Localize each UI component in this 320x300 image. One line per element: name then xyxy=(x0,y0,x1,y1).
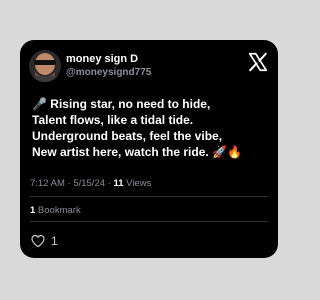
avatar-image xyxy=(29,50,61,82)
tweet-line: Underground beats, feel the vibe, xyxy=(32,129,223,143)
tweet-meta: 7:12 AM · 5/15/24 · 11 Views xyxy=(30,178,151,189)
views-label: Views xyxy=(123,178,152,189)
bookmarks-stat[interactable]: 1 Bookmark xyxy=(30,205,81,216)
display-name[interactable]: money sign D xyxy=(66,53,138,65)
tweet-text: 🎤 Rising star, no need to hide, Talent f… xyxy=(32,96,272,160)
tweet-line: Talent flows, like a tidal tide. xyxy=(32,113,194,127)
tweet-card: money sign D @moneysignd775 🎤 Rising sta… xyxy=(20,40,278,258)
tweet-time[interactable]: 7:12 AM xyxy=(30,178,65,189)
views-count: 11 xyxy=(113,178,124,189)
divider xyxy=(30,221,268,222)
divider xyxy=(30,196,268,197)
tweet-line: 🎤 Rising star, no need to hide, xyxy=(32,97,211,111)
like-count: 1 xyxy=(51,234,58,248)
tweet-line: New artist here, watch the ride. 🚀🔥 xyxy=(32,145,242,159)
x-logo-icon[interactable] xyxy=(247,51,269,73)
bookmark-label: Bookmark xyxy=(35,205,81,216)
user-handle[interactable]: @moneysignd775 xyxy=(66,67,151,78)
like-button[interactable]: 1 xyxy=(30,232,58,250)
avatar[interactable] xyxy=(29,50,61,82)
tweet-date[interactable]: 5/15/24 xyxy=(73,178,105,189)
heart-icon xyxy=(31,234,45,248)
